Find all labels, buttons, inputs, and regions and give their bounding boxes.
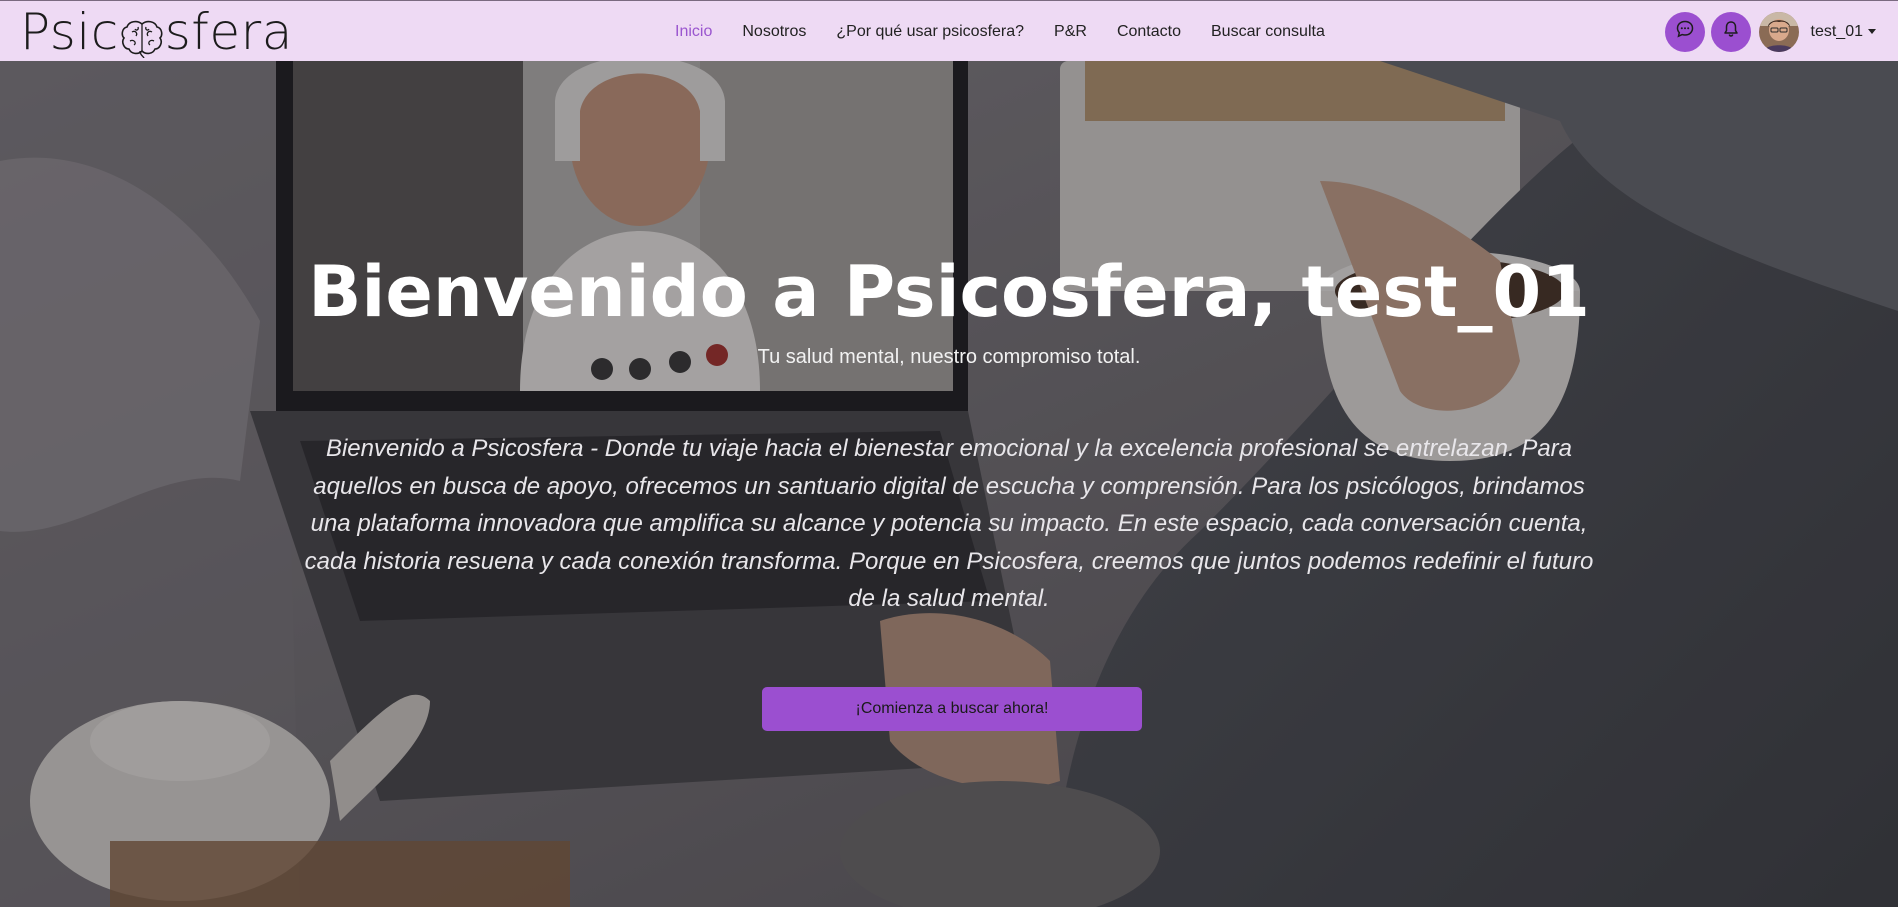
nav-link-buscar-consulta[interactable]: Buscar consulta [1196, 23, 1340, 41]
brand-name-left: Psic [20, 3, 119, 61]
bell-icon [1721, 19, 1741, 44]
brand-name-right: sfera [164, 3, 293, 61]
nav-link-inicio[interactable]: Inicio [660, 23, 727, 41]
hero-subtitle: Tu salud mental, nuestro compromiso tota… [757, 346, 1141, 368]
hero-title: Bienvenido a Psicosfera, test_01 [308, 251, 1590, 333]
brain-icon [120, 12, 164, 59]
nav-link-por-que[interactable]: ¿Por qué usar psicosfera? [821, 23, 1039, 41]
top-navbar: Psic sfera Inicio Nosotros ¿Por qué usar… [0, 0, 1898, 61]
user-menu-toggle[interactable]: test_01 [1811, 23, 1876, 41]
main-nav: Inicio Nosotros ¿Por qué usar psicosfera… [660, 1, 1340, 62]
notifications-button[interactable] [1710, 11, 1751, 52]
brand-logo[interactable]: Psic sfera [20, 3, 293, 61]
nav-link-contacto[interactable]: Contacto [1102, 23, 1196, 41]
nav-link-nosotros[interactable]: Nosotros [727, 23, 821, 41]
user-name: test_01 [1810, 22, 1863, 40]
user-area: test_01 [1664, 1, 1876, 62]
chat-bubble-icon [1675, 19, 1695, 44]
avatar[interactable] [1758, 11, 1799, 52]
hero-section: Bienvenido a Psicosfera, test_01 Tu salu… [0, 61, 1898, 907]
caret-down-icon [1868, 29, 1876, 34]
nav-link-pyr[interactable]: P&R [1039, 23, 1102, 41]
messages-button[interactable] [1664, 11, 1705, 52]
hero-description: Bienvenido a Psicosfera - Donde tu viaje… [304, 435, 1594, 612]
start-search-button[interactable]: ¡Comienza a buscar ahora! [762, 687, 1142, 731]
